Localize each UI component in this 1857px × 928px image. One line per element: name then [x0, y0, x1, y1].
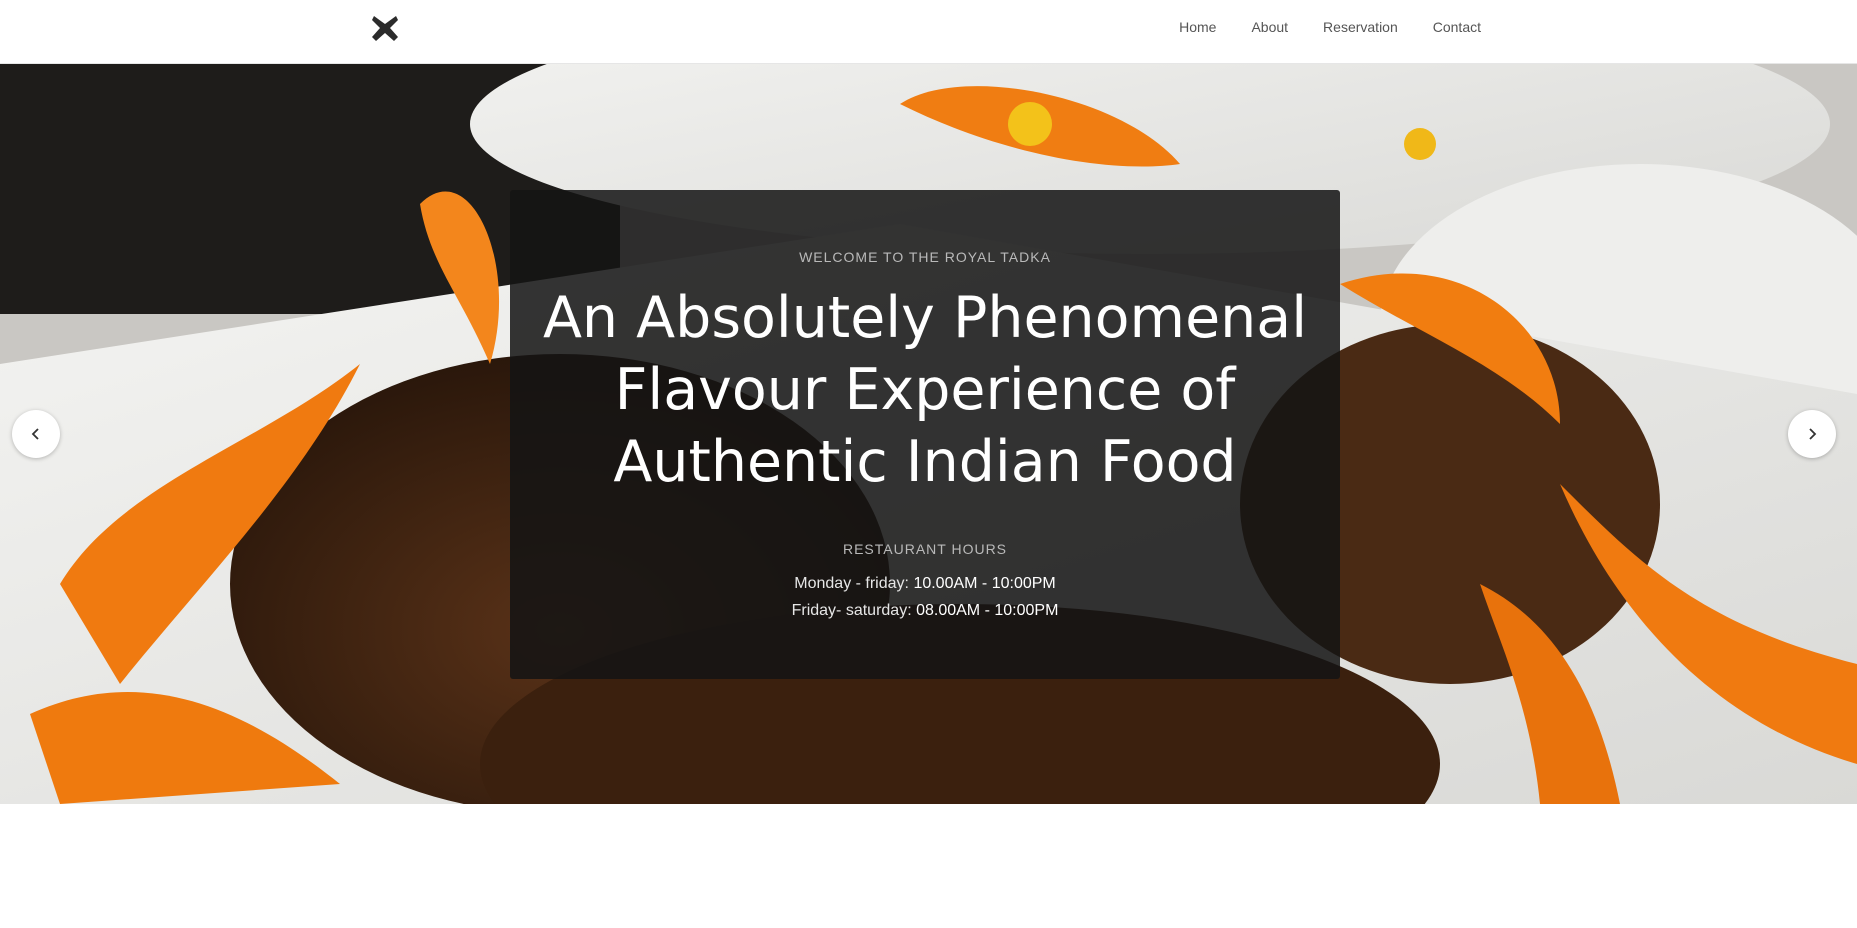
- nav-home-link[interactable]: Home: [1179, 19, 1216, 35]
- slider-prev-button[interactable]: [12, 410, 60, 458]
- x-logo-icon[interactable]: [370, 13, 400, 43]
- hours-title: RESTAURANT HOURS: [842, 541, 1008, 557]
- chevron-left-icon: [31, 428, 39, 440]
- main-nav: Home About Reservation Contact: [1179, 0, 1481, 54]
- hours-time: 08.00AM - 10:00PM: [916, 602, 1059, 619]
- site-header: Home About Reservation Contact: [0, 0, 1857, 64]
- hero-caption-panel: WELCOME TO THE ROYAL TADKA An Absolutely…: [510, 190, 1340, 679]
- hero-headline: An Absolutely Phenomenal Flavour Experie…: [542, 285, 1308, 495]
- hours-row: Monday - friday: 10.00AM - 10:00PM: [510, 575, 1340, 593]
- hero-slider: WELCOME TO THE ROYAL TADKA An Absolutely…: [0, 64, 1857, 804]
- hours-days: Monday - friday:: [794, 575, 909, 592]
- nav-contact-link[interactable]: Contact: [1433, 19, 1481, 35]
- hours-days: Friday- saturday:: [791, 602, 912, 619]
- hours-row: Friday- saturday: 08.00AM - 10:00PM: [510, 602, 1340, 620]
- nav-reservation-link[interactable]: Reservation: [1323, 19, 1398, 35]
- chevron-right-icon: [1809, 428, 1817, 440]
- nav-about-link[interactable]: About: [1251, 19, 1288, 35]
- hours-time: 10.00AM - 10:00PM: [913, 575, 1056, 592]
- slider-next-button[interactable]: [1788, 410, 1836, 458]
- welcome-eyebrow: WELCOME TO THE ROYAL TADKA: [799, 249, 1051, 265]
